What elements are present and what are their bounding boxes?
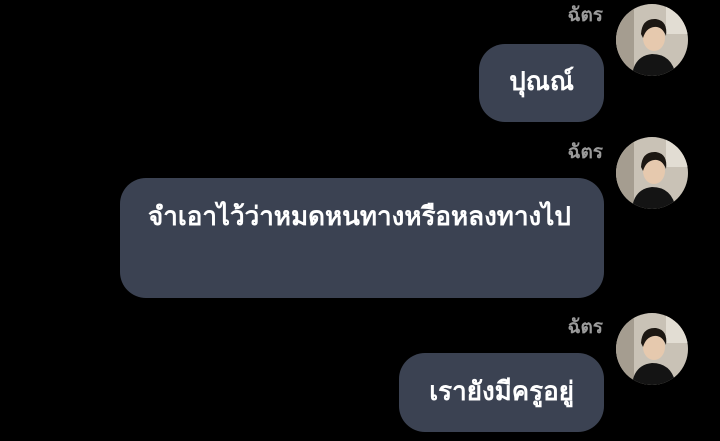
sender-name: ฉัตร xyxy=(567,4,604,26)
avatar[interactable] xyxy=(616,313,688,385)
avatar-image xyxy=(616,4,688,76)
avatar-image xyxy=(616,313,688,385)
sender-name: ฉัตร xyxy=(567,316,604,338)
avatar[interactable] xyxy=(616,4,688,76)
sender-name: ฉัตร xyxy=(567,141,604,163)
message-bubble[interactable]: ปุณณ์ xyxy=(479,44,604,122)
message-bubble[interactable]: เรายังมีครูอยู่ xyxy=(399,353,604,432)
avatar-image xyxy=(616,137,688,209)
avatar[interactable] xyxy=(616,137,688,209)
message-bubble[interactable]: จำเอาไว้ว่าหมดหนทางหรือหลงทางไป xyxy=(120,178,604,298)
